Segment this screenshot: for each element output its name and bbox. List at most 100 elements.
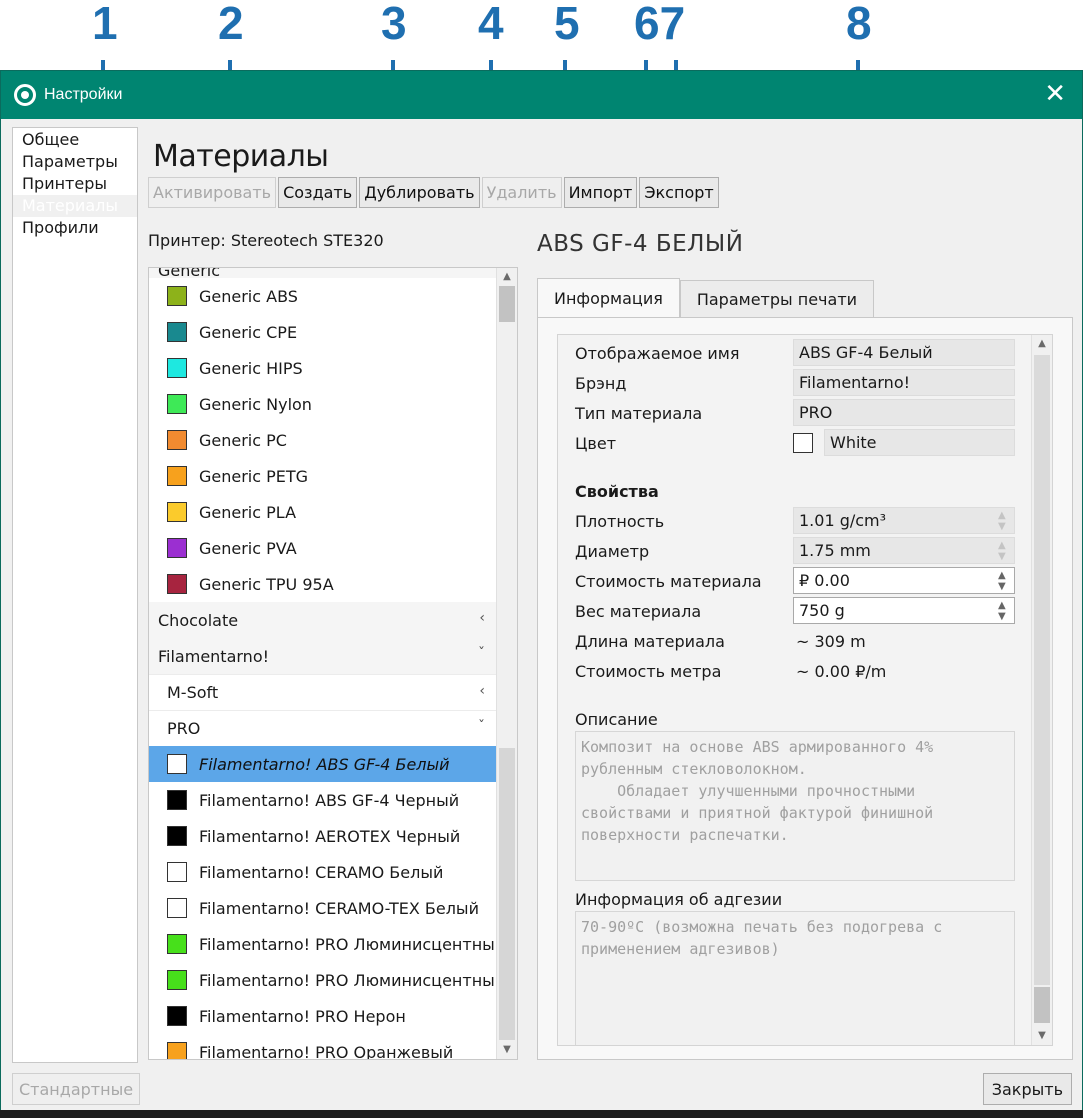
display-name-field[interactable]: ABS GF-4 Белый [793, 339, 1015, 366]
material-item[interactable]: Filamentarno! AEROTEX Черный [149, 818, 497, 854]
export-button[interactable]: Экспорт [639, 177, 719, 208]
nav-item-materials[interactable]: Материалы [13, 195, 137, 217]
scroll-down-icon[interactable]: ▼ [1032, 1027, 1052, 1045]
material-cost-spinner[interactable]: ▲ ▼ [994, 568, 1014, 593]
color-swatch [167, 466, 187, 486]
subgroup-pro[interactable]: PRO ˇ [149, 710, 497, 746]
material-item-label: Filamentarno! PRO Люминисцентный [199, 934, 506, 954]
window-title: Настройки [44, 86, 123, 103]
material-item[interactable]: Generic PC [149, 422, 497, 458]
close-button[interactable]: Закрыть [982, 1073, 1072, 1105]
adhesion-textarea[interactable]: 70-90ºC (возможна печать без подогрева с… [575, 911, 1015, 1045]
scroll-track[interactable] [499, 748, 515, 1040]
properties-heading: Свойства [575, 482, 659, 501]
group-generic[interactable]: Generic [149, 267, 497, 280]
density-spinner[interactable]: ▲ ▼ [994, 508, 1014, 533]
info-scroll-track[interactable]: ▲ ▼ [1031, 335, 1052, 1045]
material-cost-label: Стоимость материала [575, 572, 762, 591]
material-item[interactable]: Generic CPE [149, 314, 497, 350]
material-item-label: Filamentarno! AEROTEX Черный [199, 826, 461, 846]
material-item[interactable]: Generic Nylon [149, 386, 497, 422]
material-weight-spinner[interactable]: ▲ ▼ [994, 598, 1014, 623]
material-item[interactable]: Filamentarno! CERAMO Белый [149, 854, 497, 890]
scroll-down-icon[interactable]: ▼ [497, 1041, 517, 1059]
scroll-up-icon[interactable]: ▲ [1032, 335, 1052, 353]
material-item[interactable]: Generic ABS [149, 278, 497, 314]
group-label: Generic [158, 267, 221, 280]
subgroup-label: PRO [167, 719, 201, 738]
color-swatch [167, 826, 187, 846]
material-item[interactable]: Filamentarno! PRO Оранжевый [149, 1034, 497, 1060]
material-weight-value: 750 g [799, 601, 845, 620]
material-item-label: Filamentarno! PRO Нерон [199, 1006, 406, 1026]
callout-number: 1 [92, 0, 118, 49]
remove-button[interactable]: Удалить [481, 177, 562, 208]
color-swatch [167, 754, 187, 774]
preferences-window: Настройки ✕ Общее Параметры Принтеры Мат… [0, 70, 1083, 1118]
material-cost-field[interactable]: ₽ 0.00 ▲ ▼ [793, 567, 1015, 594]
import-button[interactable]: Импорт [563, 177, 638, 208]
material-tabs: Информация Параметры печати [537, 278, 875, 318]
density-field[interactable]: 1.01 g/cm³ ▲ ▼ [793, 507, 1015, 534]
callout-number: 4 [478, 0, 504, 49]
scroll-thumb[interactable] [499, 286, 515, 322]
material-item-label: Generic TPU 95A [199, 574, 334, 594]
callout-number: 8 [846, 0, 872, 49]
material-item[interactable]: Generic HIPS [149, 350, 497, 386]
diameter-spinner[interactable]: ▲ ▼ [994, 538, 1014, 563]
material-item[interactable]: Generic PVA [149, 530, 497, 566]
scroll-thumb-track[interactable] [1034, 355, 1050, 985]
color-name-field[interactable]: White [824, 429, 1015, 456]
color-swatch [167, 790, 187, 810]
callout-number: 3 [381, 0, 407, 49]
material-type-field[interactable]: PRO [793, 399, 1015, 426]
subgroup-msoft[interactable]: M-Soft ‹ [149, 674, 497, 710]
material-weight-field[interactable]: 750 g ▲ ▼ [793, 597, 1015, 624]
defaults-button[interactable]: Стандартные [12, 1073, 141, 1105]
materials-list[interactable]: Generic Generic ABS Generic CPE Generic HI… [148, 267, 518, 1060]
brand-filamentarno[interactable]: Filamentarno! ˇ [149, 638, 497, 674]
brand-label: Chocolate [158, 610, 239, 630]
information-scrollbar[interactable]: ▲ ▼ [1031, 335, 1052, 1045]
material-item-label: Filamentarno! CERAMO-TEX Белый [199, 898, 479, 918]
color-swatch [167, 898, 187, 918]
material-item[interactable]: Filamentarno! PRO Люминисцентный [149, 962, 505, 998]
tab-print-settings[interactable]: Параметры печати [679, 280, 875, 318]
taskbar [0, 1110, 1083, 1118]
nav-item-profiles[interactable]: Профили [13, 217, 137, 239]
material-item[interactable]: Generic TPU 95A [149, 566, 497, 602]
material-item[interactable]: Filamentarno! ABS GF-4 Белый [149, 746, 497, 782]
material-item[interactable]: Generic PLA [149, 494, 497, 530]
cost-per-meter-label: Стоимость метра [575, 662, 722, 681]
activate-button[interactable]: Активировать [148, 177, 277, 208]
material-length-label: Длина материала [575, 632, 725, 651]
material-item-label: Filamentarno! PRO Люминисцентный [199, 970, 506, 990]
material-item[interactable]: Filamentarno! PRO Люминисцентный [149, 926, 505, 962]
scroll-up-icon[interactable]: ▲ [497, 268, 517, 286]
material-item-label: Generic PC [199, 430, 287, 450]
material-item[interactable]: Filamentarno! PRO Нерон [149, 998, 497, 1034]
nav-item-parameters[interactable]: Параметры [13, 151, 137, 173]
close-icon[interactable]: ✕ [1044, 81, 1066, 107]
density-value: 1.01 g/cm³ [799, 511, 887, 530]
materials-scrollbar[interactable]: ▲ ▼ [496, 268, 517, 1059]
diameter-field[interactable]: 1.75 mm ▲ ▼ [793, 537, 1015, 564]
brand-field[interactable]: Filamentarno! [793, 369, 1015, 396]
color-swatch[interactable] [793, 433, 813, 453]
tab-information[interactable]: Информация [537, 278, 680, 318]
duplicate-button[interactable]: Дублировать [359, 177, 480, 208]
information-scroll-area: Отображаемое имя ABS GF-4 Белый Брэнд Fi… [557, 334, 1053, 1046]
scroll-thumb[interactable] [1034, 987, 1050, 1023]
material-item[interactable]: Filamentarno! ABS GF-4 Черный [149, 782, 497, 818]
brand-chocolate[interactable]: Chocolate ‹ [149, 602, 497, 638]
nav-item-printers[interactable]: Принтеры [13, 173, 137, 195]
color-swatch [167, 358, 187, 378]
material-item-label: Generic PVA [199, 538, 297, 558]
create-button[interactable]: Создать [278, 177, 358, 208]
brand-label: Filamentarno! [158, 646, 270, 666]
nav-item-general[interactable]: Общее [13, 129, 137, 151]
description-textarea[interactable]: Композит на основе ABS армированного 4% … [575, 731, 1015, 881]
material-item[interactable]: Generic PETG [149, 458, 497, 494]
material-item-label: Filamentarno! PRO Оранжевый [199, 1042, 454, 1060]
material-item[interactable]: Filamentarno! CERAMO-TEX Белый [149, 890, 497, 926]
